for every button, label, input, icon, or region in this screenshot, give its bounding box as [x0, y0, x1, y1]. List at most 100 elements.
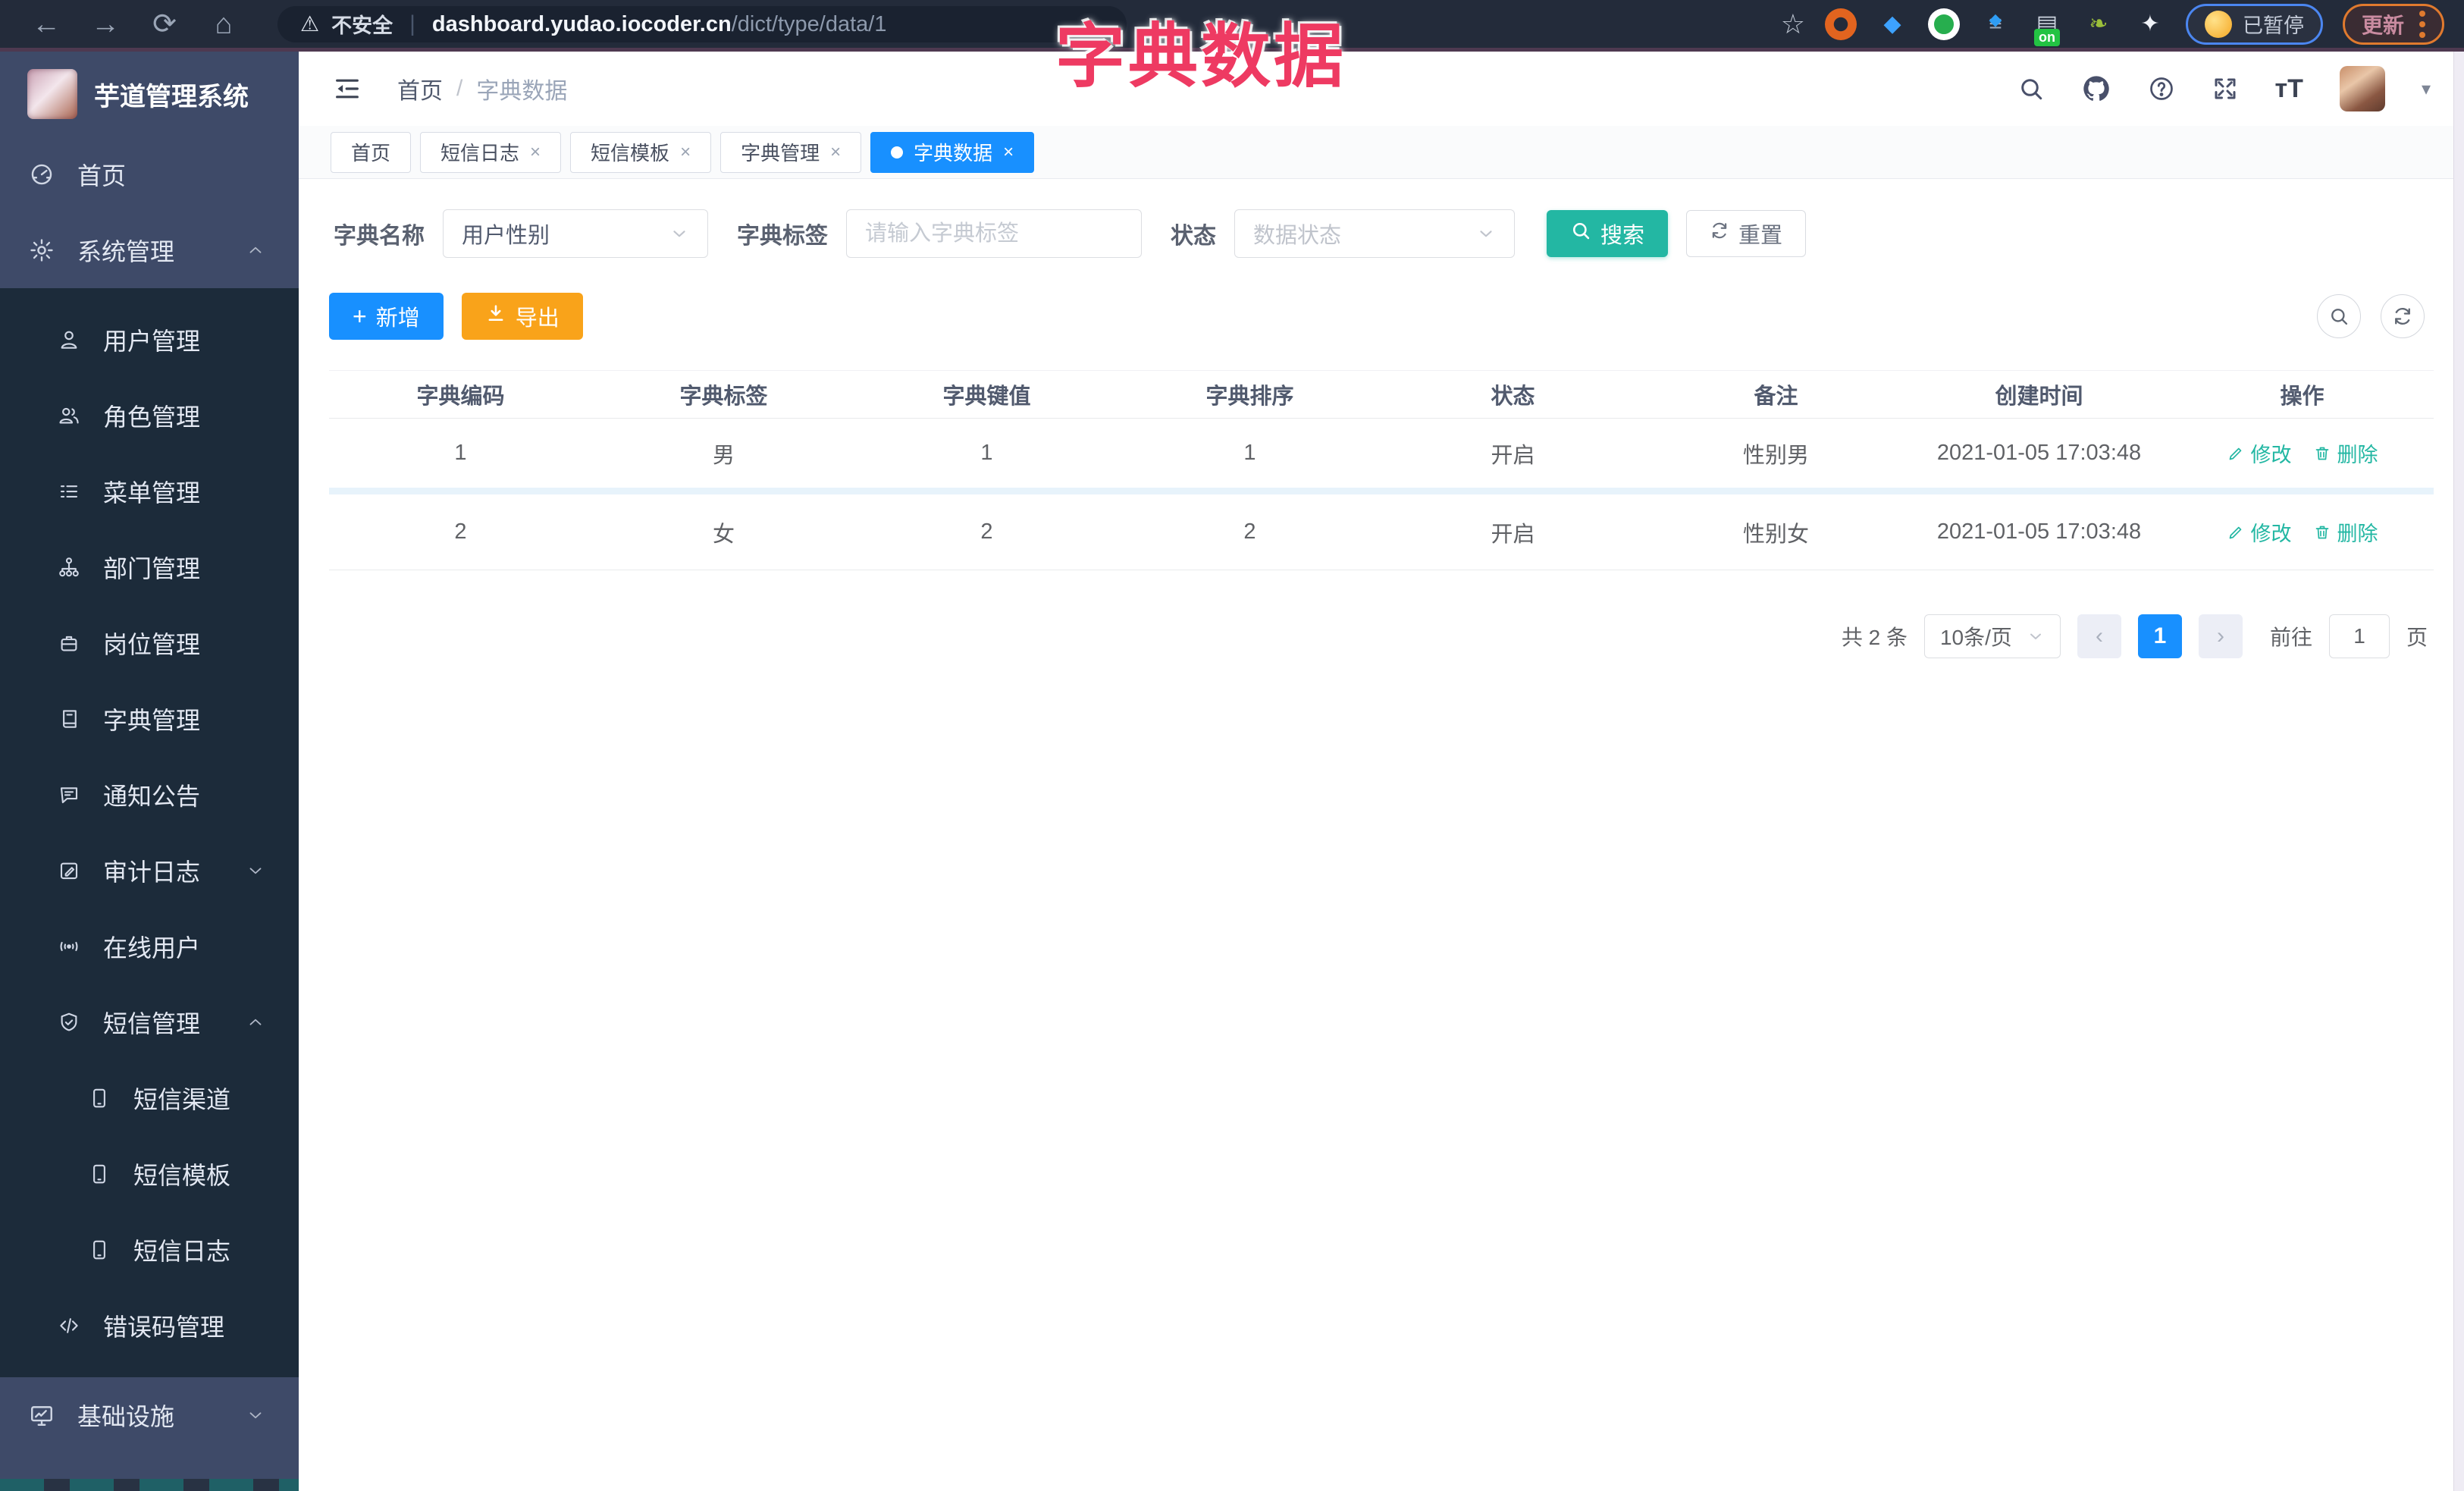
gem-extension-icon[interactable]: ◆	[1876, 8, 1908, 40]
sidebar-collapse-icon[interactable]	[332, 74, 362, 104]
security-warning-icon: ⚠	[300, 12, 320, 36]
search-icon[interactable]	[2017, 75, 2045, 102]
sidebar-item[interactable]: 在线用户	[0, 909, 299, 984]
sidebar-item[interactable]: 短信渠道	[0, 1060, 299, 1136]
sidebar-item[interactable]: 角色管理	[0, 378, 299, 454]
status-placeholder: 数据状态	[1253, 224, 1342, 248]
delete-link[interactable]: 删除	[2313, 517, 2378, 547]
sidebar-item[interactable]: 部门管理	[0, 529, 299, 605]
user-icon	[61, 331, 77, 349]
sidebar-item[interactable]: 错误码管理	[0, 1288, 299, 1364]
sidebar-item[interactable]: 系统管理	[0, 212, 299, 288]
page-size-select[interactable]: 10条/页	[1923, 614, 2061, 658]
table-cell: 开启	[1491, 443, 1535, 468]
delete-link[interactable]: 删除	[2313, 438, 2378, 468]
prev-page-button[interactable]: ‹	[2077, 614, 2121, 658]
github-icon[interactable]	[2081, 74, 2111, 104]
dict-name-select[interactable]: 用户性别	[443, 209, 708, 258]
check-extension-icon[interactable]	[1927, 8, 1960, 40]
online-user-icon	[58, 935, 80, 958]
help-icon[interactable]	[2148, 75, 2175, 102]
table-column-header: 字典键值	[942, 385, 1031, 409]
add-button[interactable]: + 新增	[329, 293, 444, 340]
edit-link[interactable]: 修改	[2227, 517, 2292, 547]
fullscreen-icon[interactable]	[2212, 75, 2239, 102]
browser-back-icon[interactable]: ←	[20, 2, 73, 47]
phone-icon	[93, 1088, 105, 1108]
dict-tag-input[interactable]	[847, 210, 1141, 257]
status-select[interactable]: 数据状态	[1234, 209, 1515, 258]
shield-extension-icon[interactable]	[1824, 8, 1857, 40]
bookmark-star-icon[interactable]: ☆	[1781, 8, 1805, 40]
dictionary-icon	[58, 708, 80, 730]
sidebar-item[interactable]: 短信管理	[0, 984, 299, 1060]
close-icon[interactable]: ×	[680, 142, 691, 163]
font-size-icon[interactable]: ᴛT	[2275, 74, 2303, 104]
browser-menu-icon[interactable]	[2419, 10, 2425, 38]
table-cell: 女	[712, 522, 735, 547]
chevron-up-icon	[246, 240, 265, 260]
tab[interactable]: 字典管理 ×	[720, 131, 862, 173]
breadcrumb-home[interactable]: 首页	[397, 72, 443, 105]
search-button[interactable]: 搜索	[1547, 210, 1669, 257]
sidebar-item[interactable]: 岗位管理	[0, 605, 299, 681]
sidebar-item[interactable]: 首页	[0, 137, 299, 212]
close-icon[interactable]: ×	[530, 142, 541, 163]
active-tab-dot-icon	[891, 146, 904, 159]
menu-list-icon	[60, 485, 78, 498]
edit-link[interactable]: 修改	[2227, 438, 2292, 468]
tab-label: 字典管理	[741, 142, 820, 165]
sidebar-item[interactable]: 用户管理	[0, 302, 299, 378]
goto-label: 前往	[2269, 626, 2312, 649]
tab[interactable]: 短信模板 ×	[570, 131, 712, 173]
status-label: 状态	[1171, 224, 1216, 249]
table-cell: 性别女	[1742, 522, 1809, 547]
export-button[interactable]: 导出	[461, 293, 583, 340]
tab-active[interactable]: 字典数据 ×	[870, 131, 1035, 173]
current-page-button[interactable]: 1	[2137, 614, 2182, 658]
table-row[interactable]: 1 男 1 1 开启 性别男 2021-01-05 17:03:48 修改 删除	[329, 419, 2434, 494]
browser-forward-icon[interactable]: →	[79, 2, 132, 47]
close-icon[interactable]: ×	[1003, 142, 1014, 163]
sms-shield-icon	[58, 1011, 80, 1034]
app-logo-row[interactable]: 芋道管理系统	[0, 52, 299, 137]
browser-home-icon[interactable]: ⌂	[197, 2, 250, 47]
chevron-up-icon	[249, 1019, 262, 1025]
sidebar-item[interactable]: 菜单管理	[0, 454, 299, 529]
page-scrollbar[interactable]	[2453, 52, 2464, 1491]
sidebar-item[interactable]: 字典管理	[0, 681, 299, 757]
refresh-table-button[interactable]	[2381, 294, 2425, 338]
browser-update-button[interactable]: 更新	[2342, 3, 2444, 45]
goto-page-input[interactable]	[2328, 614, 2390, 658]
sliders-extension-icon[interactable]: ≡ ◆	[1980, 8, 2011, 40]
tab[interactable]: 首页	[331, 131, 412, 173]
dict-tag-label: 字典标签	[737, 224, 828, 249]
table-row[interactable]: 2 女 2 2 开启 性别女 2021-01-05 17:03:48 修改 删除	[329, 494, 2434, 570]
reset-button[interactable]: 重置	[1686, 210, 1807, 257]
user-avatar[interactable]	[2339, 66, 2385, 111]
sidebar-item[interactable]: 短信日志	[0, 1212, 299, 1288]
next-page-button[interactable]: ›	[2198, 614, 2243, 658]
sidebar-item[interactable]: 通知公告	[0, 757, 299, 833]
gear-icon	[29, 237, 55, 263]
puzzle-extension-icon[interactable]: ✦	[2134, 8, 2166, 40]
sidebar-item-label: 错误码管理	[103, 1314, 225, 1341]
sidebar-item[interactable]: 审计日志	[0, 833, 299, 909]
sidebar-scrollbar[interactable]	[0, 1479, 299, 1491]
toggle-search-button[interactable]	[2317, 294, 2361, 338]
org-tree-icon	[58, 556, 80, 579]
proxy-extension-icon[interactable]: ▤ on	[2031, 8, 2063, 46]
sidebar-item[interactable]: 短信模板	[0, 1136, 299, 1212]
address-bar[interactable]: ⚠ 不安全 | dashboard.yudao.iocoder.cn/dict/…	[277, 5, 1127, 42]
sidebar-item[interactable]: 基础设施	[0, 1377, 299, 1453]
leaf-extension-icon[interactable]: ❧	[2083, 8, 2114, 40]
tab[interactable]: 短信日志 ×	[420, 131, 562, 173]
paused-extension-pill[interactable]: 已暂停	[2185, 3, 2323, 45]
collapse-icon	[336, 79, 359, 99]
user-menu-caret-icon[interactable]: ▾	[2422, 78, 2431, 100]
close-icon[interactable]: ×	[830, 142, 841, 163]
browser-reload-icon[interactable]: ⟳	[138, 2, 191, 47]
monitor-icon	[29, 1402, 55, 1428]
audit-log-icon	[60, 862, 78, 880]
trash-icon	[2315, 447, 2328, 460]
